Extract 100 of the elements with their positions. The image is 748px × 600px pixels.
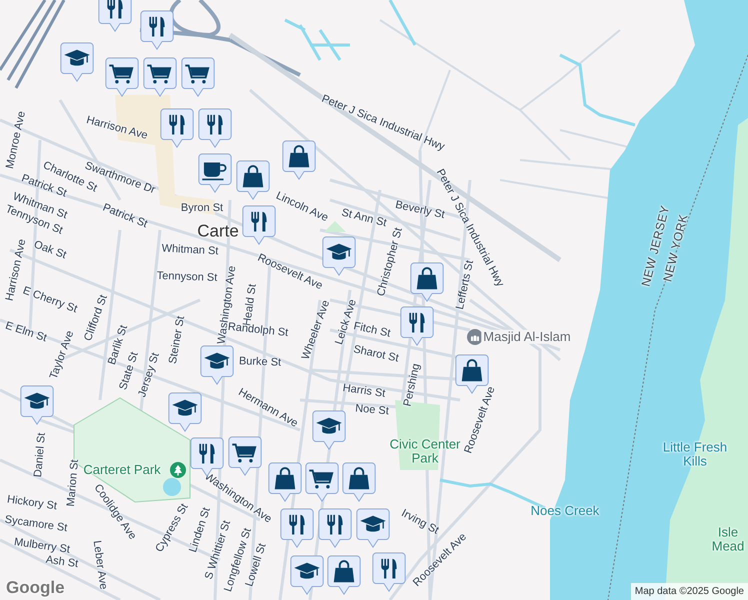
street-label: Noe St	[354, 402, 390, 418]
graduation-cap-icon	[360, 516, 386, 532]
fork-knife-icon	[199, 443, 215, 464]
shopping-cart-icon	[185, 64, 210, 84]
shopping-bag-icon	[334, 560, 354, 582]
school-pin[interactable]	[290, 555, 324, 596]
cup-icon	[202, 162, 226, 180]
street-label: Harrison Ave	[85, 114, 149, 142]
restaurant-pin[interactable]	[400, 306, 434, 347]
shopping-pin[interactable]	[236, 160, 270, 201]
shopping-bag-icon	[462, 359, 482, 382]
street-label: Jersey St	[136, 351, 162, 399]
shopping-cart-icon	[147, 64, 172, 84]
graduation-cap-icon	[204, 352, 230, 369]
tree-icon	[170, 462, 186, 478]
shopping-pin[interactable]	[282, 140, 316, 181]
restaurant-pin[interactable]	[98, 0, 132, 33]
street-label: St Ann St	[340, 206, 388, 230]
place-label[interactable]: Masjid Al-Islam	[481, 330, 573, 344]
grocery-pin[interactable]	[305, 462, 339, 503]
street-label: Harris St	[342, 382, 386, 400]
graduation-cap-icon	[172, 400, 198, 416]
shopping-cart-icon	[109, 64, 134, 84]
fork-knife-icon	[409, 312, 425, 332]
school-pin[interactable]	[312, 410, 346, 451]
street-label: Tennyson St	[156, 270, 218, 284]
graduation-cap-icon	[64, 50, 90, 66]
fork-knife-icon	[169, 114, 185, 134]
graduation-cap-icon	[24, 392, 50, 409]
shopping-bag-icon	[348, 467, 370, 490]
cafe-pin[interactable]	[198, 153, 232, 194]
park-area	[324, 221, 346, 232]
street-label: Oak St	[32, 238, 68, 262]
shopping-cart-icon	[232, 444, 256, 462]
street-label: E Elm St	[4, 320, 48, 344]
school-pin[interactable]	[200, 345, 234, 386]
street-label: Byron St	[180, 202, 224, 214]
street-label: Sycamore St	[4, 514, 68, 534]
water-label: Little Fresh Kills	[662, 440, 728, 470]
street-label: Beverly St	[394, 198, 446, 222]
restaurant-pin[interactable]	[160, 108, 194, 149]
park-label: Civic Center Park	[388, 438, 462, 466]
restaurant-pin[interactable]	[280, 508, 314, 549]
street-label: Leber Ave	[90, 540, 110, 590]
restaurant-pin[interactable]	[198, 108, 232, 149]
restaurant-pin[interactable]	[372, 552, 406, 593]
shopping-bag-icon	[288, 145, 310, 168]
fork-knife-icon	[289, 514, 305, 534]
street-label: Sharot St	[352, 343, 400, 365]
shopping-bag-icon	[242, 165, 264, 188]
school-pin[interactable]	[356, 508, 390, 549]
street-label: Steiner St	[166, 315, 188, 365]
fork-knife-icon	[381, 558, 397, 578]
street-label: E Cherry St	[21, 284, 79, 316]
shopping-cart-icon	[309, 470, 334, 488]
fork-knife-icon	[149, 16, 165, 36]
grocery-pin[interactable]	[105, 57, 139, 98]
school-pin[interactable]	[168, 392, 202, 433]
grocery-pin[interactable]	[143, 57, 177, 98]
shopping-bag-icon	[274, 467, 296, 490]
street-label: Hickory St	[6, 494, 58, 512]
street-label: Burke St	[238, 355, 282, 369]
shopping-pin[interactable]	[268, 462, 302, 503]
street-label: Marion St	[64, 459, 82, 507]
park-label: Isle Mead	[710, 526, 746, 554]
fork-knife-icon	[207, 114, 223, 134]
street-label: Whitman St	[161, 242, 219, 258]
school-pin[interactable]	[20, 385, 54, 426]
graduation-cap-icon	[316, 418, 342, 434]
creek-line	[388, 0, 416, 46]
water-label: Noes Creek	[530, 504, 600, 518]
street-label: Ash St	[45, 554, 79, 570]
graduation-cap-icon	[326, 244, 352, 260]
shopping-bag-icon	[416, 267, 438, 290]
school-pin[interactable]	[60, 42, 94, 83]
restaurant-pin[interactable]	[242, 205, 276, 246]
restaurant-pin[interactable]	[318, 508, 352, 549]
town-label: Carte	[197, 222, 239, 242]
street-label: Fitch St	[352, 320, 392, 340]
fork-knife-icon	[327, 514, 343, 534]
street-label: Taylor Ave	[48, 329, 76, 381]
fork-knife-icon	[251, 211, 267, 232]
shopping-pin[interactable]	[342, 462, 376, 503]
street-label: Mulberry St	[13, 536, 71, 556]
street-label: Pershing	[402, 362, 422, 408]
google-logo[interactable]: Google	[6, 579, 65, 598]
grocery-pin[interactable]	[181, 57, 215, 98]
park-label[interactable]: Carteret Park	[83, 462, 161, 478]
mosque-icon	[467, 329, 483, 345]
pond-area	[163, 478, 181, 496]
street-label: Clifford St	[82, 293, 110, 343]
restaurant-pin[interactable]	[140, 10, 174, 51]
school-pin[interactable]	[322, 236, 356, 277]
shopping-pin[interactable]	[327, 555, 361, 596]
map-attribution[interactable]: Map data ©2025 Google	[630, 583, 748, 600]
graduation-cap-icon	[294, 562, 320, 579]
street-label: Daniel St	[32, 432, 48, 478]
street-label: Monroe Ave	[4, 110, 28, 170]
canal-drawing	[284, 18, 352, 62]
shopping-pin[interactable]	[410, 262, 444, 303]
